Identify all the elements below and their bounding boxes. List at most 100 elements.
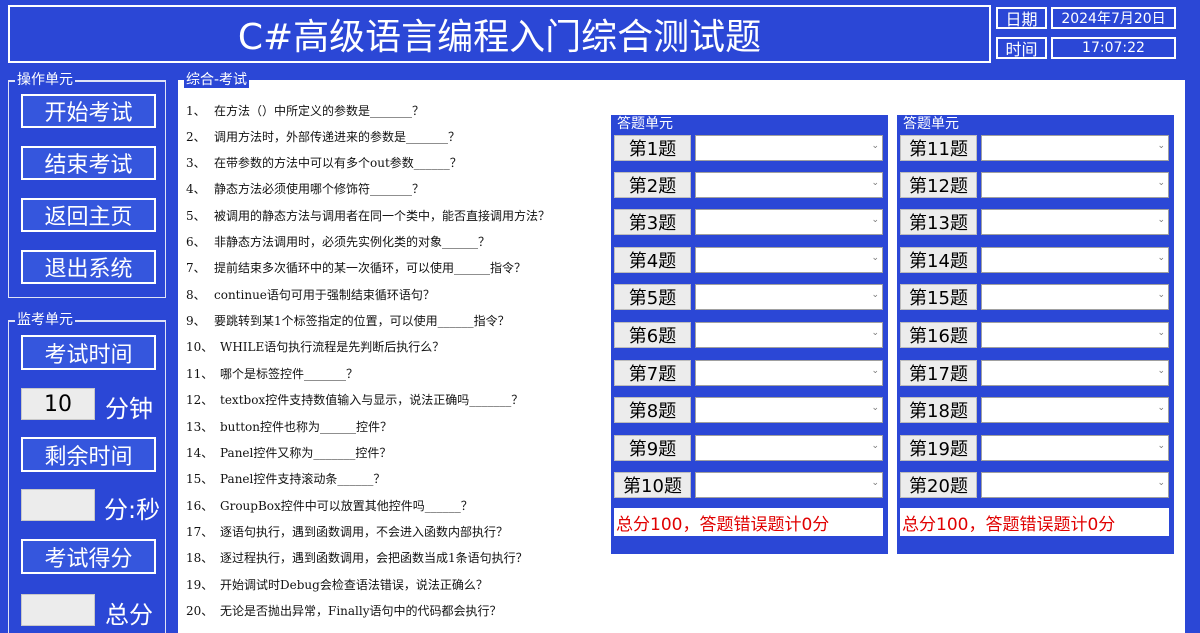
- question-item: 12、 textbox控件支持数值输入与显示，说法正确吗_______？: [186, 393, 524, 407]
- question-label: 第14题: [900, 247, 977, 273]
- score-note: 总分100，答题错误题计0分: [614, 508, 883, 536]
- question-label: 第5题: [614, 284, 691, 310]
- question-item: 1、 在方法（）中所定义的参数是_______？: [186, 104, 425, 118]
- question-label: 第11题: [900, 135, 977, 161]
- score-note: 总分100，答题错误题计0分: [900, 508, 1169, 536]
- question-label: 第1题: [614, 135, 691, 161]
- question-item: 18、 逐过程执行，遇到函数调用，会把函数当成1条语句执行？: [186, 551, 528, 565]
- chevron-down-icon: ⌄: [871, 366, 879, 376]
- answer-select[interactable]: ⌄: [981, 209, 1169, 235]
- question-item: 14、 Panel控件又称为_______控件？: [186, 446, 392, 460]
- answer-select[interactable]: ⌄: [981, 435, 1169, 461]
- question-item: 7、 提前结束多次循环中的某一次循环，可以使用______指令？: [186, 261, 527, 275]
- chevron-down-icon: ⌄: [871, 253, 879, 263]
- chevron-down-icon: ⌄: [1157, 328, 1165, 338]
- question-label: 第8题: [614, 397, 691, 423]
- chevron-down-icon: ⌄: [871, 403, 879, 413]
- title-bar: C#高级语言编程入门综合测试题: [8, 5, 991, 63]
- answer-panel-1-title: 答题单元: [617, 116, 673, 132]
- question-label: 第20题: [900, 472, 977, 498]
- answer-panel-2-title: 答题单元: [903, 116, 959, 132]
- question-label: 第13题: [900, 209, 977, 235]
- question-item: 4、 静态方法必须使用哪个修饰符_______？: [186, 182, 425, 196]
- chevron-down-icon: ⌄: [1157, 366, 1165, 376]
- app-title: C#高级语言编程入门综合测试题: [237, 17, 762, 58]
- answer-select[interactable]: ⌄: [981, 247, 1169, 273]
- question-label: 第9题: [614, 435, 691, 461]
- question-item: 13、 button控件也称为______控件？: [186, 420, 393, 434]
- exam-time-button[interactable]: 考试时间: [21, 335, 156, 370]
- answer-select[interactable]: ⌄: [981, 360, 1169, 386]
- answer-select[interactable]: ⌄: [981, 284, 1169, 310]
- question-label: 第17题: [900, 360, 977, 386]
- answer-select[interactable]: ⌄: [695, 435, 883, 461]
- question-item: 3、 在带参数的方法中可以有多个out参数______？: [186, 156, 462, 170]
- score-unit-label: 总分: [105, 601, 153, 629]
- score-display: [21, 594, 95, 626]
- chevron-down-icon: ⌄: [1157, 215, 1165, 225]
- answer-select[interactable]: ⌄: [981, 172, 1169, 198]
- date-value: 2024年7月20日: [1051, 7, 1176, 29]
- answer-select[interactable]: ⌄: [695, 247, 883, 273]
- chevron-down-icon: ⌄: [871, 441, 879, 451]
- answer-select[interactable]: ⌄: [695, 135, 883, 161]
- chevron-down-icon: ⌄: [871, 478, 879, 488]
- question-item: 8、 continue语句可用于强制结束循环语句？: [186, 288, 435, 302]
- time-value: 17:07:22: [1051, 37, 1176, 59]
- answer-select[interactable]: ⌄: [695, 284, 883, 310]
- chevron-down-icon: ⌄: [871, 290, 879, 300]
- answer-panel-1: 答题单元 第1题 ⌄ 第2题 ⌄ 第3题 ⌄ 第4题 ⌄ 第5题 ⌄ 第6题 ⌄ 第7题 ⌄ …: [611, 115, 888, 554]
- question-label: 第12题: [900, 172, 977, 198]
- question-label: 第7题: [614, 360, 691, 386]
- answer-select[interactable]: ⌄: [981, 135, 1169, 161]
- chevron-down-icon: ⌄: [1157, 441, 1165, 451]
- operation-unit-title: 操作单元: [15, 72, 75, 88]
- answer-select[interactable]: ⌄: [695, 209, 883, 235]
- question-item: 9、 要跳转到某1个标签指定的位置，可以使用______指令？: [186, 314, 510, 328]
- chevron-down-icon: ⌄: [871, 215, 879, 225]
- question-label: 第16题: [900, 322, 977, 348]
- chevron-down-icon: ⌄: [1157, 253, 1165, 263]
- question-label: 第4题: [614, 247, 691, 273]
- time-label: 时间: [996, 37, 1047, 59]
- answer-select[interactable]: ⌄: [695, 322, 883, 348]
- answer-select[interactable]: ⌄: [695, 397, 883, 423]
- chevron-down-icon: ⌄: [1157, 403, 1165, 413]
- exam-score-button[interactable]: 考试得分: [21, 539, 156, 574]
- answer-select[interactable]: ⌄: [695, 172, 883, 198]
- answer-select[interactable]: ⌄: [695, 472, 883, 498]
- question-item: 6、 非静态方法调用时，必须先实例化类的对象______？: [186, 235, 491, 249]
- remaining-unit-label: 分:秒: [104, 496, 161, 524]
- remaining-time-button[interactable]: 剩余时间: [21, 437, 156, 472]
- return-home-button[interactable]: 返回主页: [21, 198, 156, 232]
- question-label: 第3题: [614, 209, 691, 235]
- question-label: 第15题: [900, 284, 977, 310]
- exit-system-button[interactable]: 退出系统: [21, 250, 156, 284]
- answer-panel-2: 答题单元 第11题 ⌄ 第12题 ⌄ 第13题 ⌄ 第14题 ⌄ 第15题 ⌄ 第16题 ⌄…: [897, 115, 1174, 554]
- chevron-down-icon: ⌄: [1157, 290, 1165, 300]
- remaining-time-display: [21, 489, 95, 521]
- question-label: 第19题: [900, 435, 977, 461]
- chevron-down-icon: ⌄: [1157, 178, 1165, 188]
- answer-select[interactable]: ⌄: [695, 360, 883, 386]
- answer-select[interactable]: ⌄: [981, 322, 1169, 348]
- question-label: 第18题: [900, 397, 977, 423]
- end-exam-button[interactable]: 结束考试: [21, 146, 156, 180]
- chevron-down-icon: ⌄: [1157, 141, 1165, 151]
- chevron-down-icon: ⌄: [1157, 478, 1165, 488]
- question-label: 第6题: [614, 322, 691, 348]
- question-item: 19、 开始调试时Debug会检查语法错误，说法正确么？: [186, 578, 488, 592]
- question-item: 20、 无论是否抛出异常，Finally语句中的代码都会执行？: [186, 604, 502, 618]
- answer-select[interactable]: ⌄: [981, 472, 1169, 498]
- question-item: 11、 哪个是标签控件_______？: [186, 367, 359, 381]
- question-item: 2、 调用方法时，外部传递进来的参数是_______？: [186, 130, 461, 144]
- question-item: 16、 GroupBox控件中可以放置其他控件吗______？: [186, 499, 473, 513]
- question-item: 10、 WHILE语句执行流程是先判断后执行么？: [186, 340, 445, 354]
- question-item: 5、 被调用的静态方法与调用者在同一个类中，能否直接调用方法？: [186, 209, 551, 223]
- start-exam-button[interactable]: 开始考试: [21, 94, 156, 128]
- minutes-input[interactable]: 10: [21, 388, 95, 420]
- answer-select[interactable]: ⌄: [981, 397, 1169, 423]
- proctor-unit-title: 监考单元: [15, 312, 75, 328]
- question-label: 第10题: [614, 472, 691, 498]
- date-label: 日期: [996, 7, 1047, 29]
